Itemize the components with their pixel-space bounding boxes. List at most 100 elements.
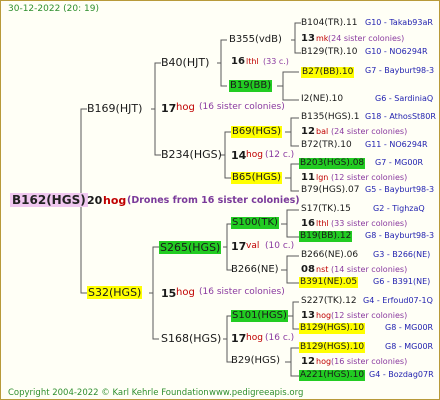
gen1-id: S32(HGS) — [87, 286, 143, 299]
connector-gen2-1a — [217, 39, 227, 64]
ancestor-id: S227(TK).12 — [301, 296, 357, 306]
ancestor-id: I2(NE).10 — [301, 94, 344, 104]
connector-gen1-upper-a — [151, 62, 161, 110]
mid-hog: bal — [316, 127, 329, 136]
connector-mid-7a — [287, 301, 299, 317]
ancestor-code: G5 - Bayburt98-3 — [365, 185, 435, 194]
ancestor-code: G6 - B391(NE) — [373, 277, 431, 286]
gen2-id: B40(HJT) — [161, 56, 210, 69]
mid-hog: lgn — [316, 173, 329, 182]
ancestor-id: B391(NE).05 — [299, 277, 359, 288]
ancestor-id: B129(TR).10 — [301, 47, 358, 57]
gen2-hog: val — [246, 241, 260, 251]
mid-sister-colonies: (16 sister colonies) — [331, 357, 408, 366]
ancestor-id: B203(HGS).08 — [299, 158, 366, 169]
connector-gen2-2a — [221, 131, 231, 156]
ancestor-id: B129(HGS).10 — [299, 342, 366, 353]
gen2-id: B234(HGS) — [161, 148, 222, 161]
ancestor-code: G8 - MG00R — [385, 323, 434, 332]
ancestor-code: G4 - Bozdag07R — [369, 370, 434, 379]
gen2-age: 14 — [231, 149, 247, 162]
gen2-sister-colonies: (10 c.) — [265, 241, 295, 251]
ancestor-code: G6 - SardiniaQ — [375, 94, 434, 103]
mid-queen-id: B355(vdB) — [229, 34, 282, 45]
ancestor-id: B266(NE).06 — [301, 250, 359, 260]
mid-sister-colonies: (14 sister colonies) — [331, 265, 408, 274]
mid-sister-colonies: (24 sister colonies) — [331, 127, 408, 136]
gen1-id: B169(HJT) — [87, 102, 143, 115]
ancestor-id: B79(HGS).07 — [301, 185, 360, 195]
ancestor-id: A221(HGS).10 — [299, 370, 366, 381]
date-stamp: 30-12-2022 (20: 19) — [8, 4, 99, 14]
connector-gen1-lower-a — [149, 246, 159, 294]
pedigree-frame: 30-12-2022 (20: 19) B162(HGS) 20 hog (Dr… — [0, 0, 440, 400]
mid-hog: mk — [316, 34, 329, 43]
connector-mid-4a — [285, 163, 299, 179]
connector-mid-8a — [285, 347, 299, 363]
ancestor-id: B129(HGS).10 — [299, 323, 366, 334]
gen2-hog: hog — [246, 150, 263, 160]
gen2-hog: hog — [176, 102, 195, 113]
ancestor-code: G3 - B266(NE) — [373, 250, 431, 259]
website-link[interactable]: www.pedigreeapis.org — [209, 389, 303, 398]
mid-sister-colonies: (12 sister colonies) — [331, 173, 408, 182]
gen2-age: 17 — [231, 240, 247, 253]
mid-hog: hog — [316, 311, 332, 320]
connector-mid-3a — [285, 117, 299, 133]
mid-queen-id: B69(HGS) — [231, 126, 283, 138]
root-age: 20 — [87, 194, 103, 207]
mid-age: 13 — [301, 33, 315, 44]
connector-mid-1a — [291, 22, 301, 41]
mid-hog: lthl — [316, 219, 329, 228]
root-drones-note: (Drones from 16 sister colonies) — [127, 195, 300, 206]
connector-gen2-1b — [220, 63, 227, 87]
mid-queen-id: B65(HGS) — [231, 172, 283, 184]
mid-age: 11 — [301, 172, 315, 183]
ancestor-code: G7 - Bayburt98-3 — [365, 66, 435, 75]
root-queen-id: B162(HGS) — [10, 193, 88, 207]
mid-age: 12 — [301, 126, 315, 137]
ancestor-id: S17(TK).15 — [301, 204, 351, 214]
gen2-age: 15 — [161, 287, 177, 300]
ancestor-code: G10 - NO6294R — [365, 47, 428, 56]
connector-mid-6a — [281, 255, 299, 271]
gen2-age: 17 — [231, 332, 247, 345]
mid-sister-colonies: (12 sister colonies) — [331, 311, 408, 320]
gen2-age: 17 — [161, 102, 177, 115]
ancestor-id: B104(TR).11 — [301, 18, 358, 28]
mid-age: 16 — [301, 218, 315, 229]
ancestor-code: G11 - NO6294R — [365, 140, 428, 149]
mid-sister-colonies: (24 sister colonies) — [328, 34, 405, 43]
ancestor-code: G18 - AthosSt80R — [365, 112, 436, 121]
ancestor-id: B135(HGS).1 — [301, 112, 360, 122]
ancestor-code: G2 - TighzaQ — [373, 204, 425, 213]
gen2-sister-colonies: (16 c.) — [265, 333, 295, 343]
connector-root-upper — [77, 108, 87, 202]
mid-queen-id: S100(TK) — [231, 217, 279, 229]
connector-gen1-lower-b — [152, 293, 159, 340]
mid-age: 12 — [301, 356, 315, 367]
gen2-sister-colonies: (16 sister colonies) — [199, 287, 285, 297]
connector-mid-2b — [282, 86, 299, 101]
ancestor-id: B19(BB).12 — [299, 231, 353, 242]
copyright-text: Copyright 2004-2022 © Karl Kehrle Founda… — [8, 388, 209, 398]
mid-sister-colonies: (33 sister colonies) — [331, 219, 408, 228]
mid-queen-id: B19(BB) — [229, 80, 273, 92]
mid-queen-id: B29(HGS) — [231, 355, 281, 366]
connector-mid-6b — [286, 270, 299, 284]
ancestor-code: G8 - Bayburt98-3 — [365, 231, 435, 240]
mid-hog: hog — [316, 357, 332, 366]
mid-age: 16 — [231, 56, 245, 67]
connector-mid-4b — [290, 178, 299, 192]
ancestor-code: G10 - Takab93aR — [365, 18, 433, 27]
connector-mid-5a — [281, 209, 299, 225]
mid-sister-colonies: (33 c.) — [263, 57, 289, 66]
gen2-hog: hog — [246, 333, 263, 343]
connector-mid-8b — [290, 362, 299, 377]
ancestor-id: B27(BB).10 — [301, 67, 355, 78]
gen2-sister-colonies: (12 c.) — [265, 150, 295, 160]
mid-hog: nst — [316, 265, 329, 274]
mid-age: 08 — [301, 264, 315, 275]
connector-root-lower — [80, 201, 87, 294]
gen2-sister-colonies: (16 sister colonies) — [199, 102, 285, 112]
